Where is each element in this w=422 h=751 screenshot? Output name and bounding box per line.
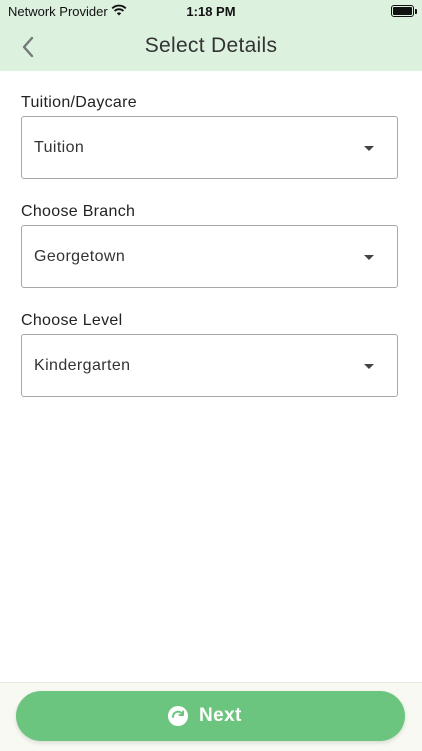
next-button[interactable]: Next xyxy=(16,691,405,741)
refresh-icon xyxy=(168,706,188,726)
tuition-daycare-value: Tuition xyxy=(34,139,85,156)
caret-down-icon xyxy=(364,255,374,260)
choose-level-label: Choose Level xyxy=(21,312,123,329)
battery-level xyxy=(393,7,412,15)
choose-level-value: Kindergarten xyxy=(34,357,131,374)
choose-level-select[interactable]: Kindergarten xyxy=(21,334,398,397)
tuition-daycare-select[interactable]: Tuition xyxy=(21,116,398,179)
choose-branch-value: Georgetown xyxy=(34,248,126,265)
choose-branch-label: Choose Branch xyxy=(21,203,136,220)
top-bar: Network Provider 1:18 PM Select Details xyxy=(0,0,422,71)
status-bar: Network Provider 1:18 PM xyxy=(0,0,422,22)
caret-down-icon xyxy=(364,364,374,369)
tuition-daycare-label: Tuition/Daycare xyxy=(21,94,137,111)
next-button-label: Next xyxy=(199,705,242,726)
status-time: 1:18 PM xyxy=(186,4,236,19)
choose-branch-select[interactable]: Georgetown xyxy=(21,225,398,288)
caret-down-icon xyxy=(364,146,374,151)
page-title: Select Details xyxy=(144,34,278,57)
battery-icon xyxy=(391,5,417,17)
